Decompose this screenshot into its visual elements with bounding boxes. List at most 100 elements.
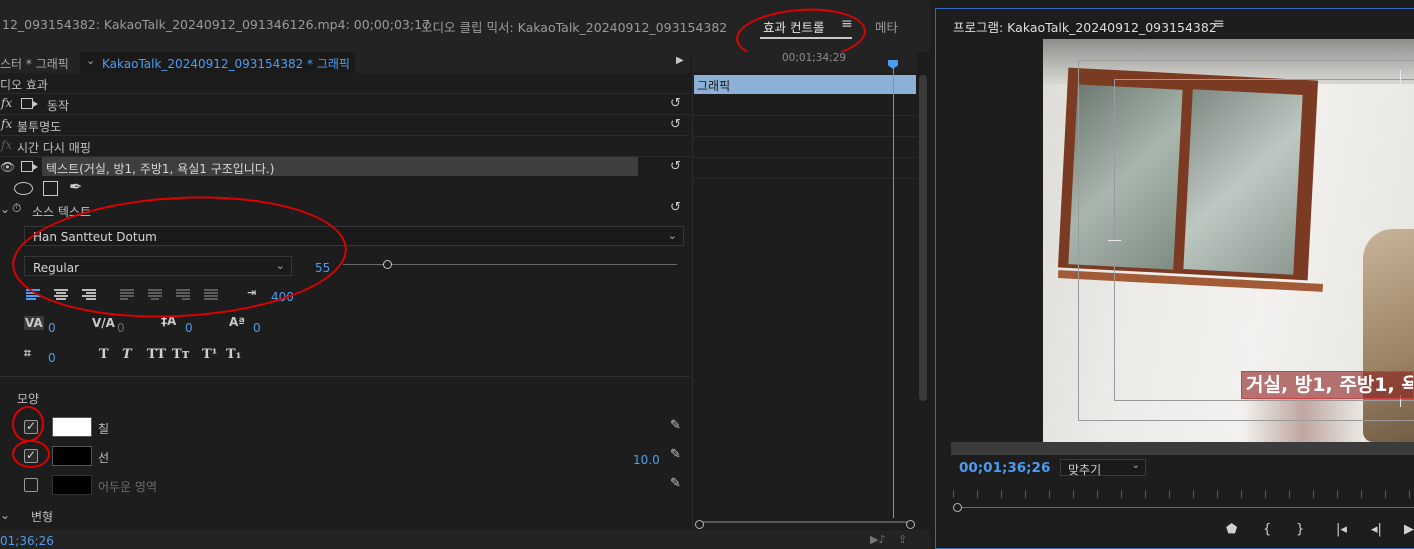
clip-selector-value: KakaoTalk_20240912_093154382 * 그래픽 — [102, 57, 350, 71]
divider — [692, 136, 917, 137]
ruler-tick — [1337, 490, 1338, 498]
tab-audio-clip-mixer[interactable]: 오디오 클립 믹서: KakaoTalk_20240912_093154382 — [421, 17, 727, 36]
reset-icon[interactable]: ↺ — [670, 200, 681, 215]
leading-value[interactable]: 0 — [185, 321, 193, 335]
annotation-circle — [12, 406, 44, 442]
effect-row-opacity[interactable]: fx 불투명도 ↺ — [0, 115, 690, 136]
tab-metadata[interactable]: 메타 — [875, 17, 898, 36]
expand-timeline-icon[interactable]: ▶ — [676, 55, 684, 66]
reset-icon[interactable]: ↺ — [670, 117, 681, 132]
monitor-ruler-baseline — [958, 507, 1414, 508]
filter-audio-icon[interactable]: ▶♪ — [870, 533, 885, 546]
reset-icon[interactable]: ↺ — [670, 159, 681, 174]
clip-selector[interactable]: ⌄ KakaoTalk_20240912_093154382 * 그래픽 — [80, 52, 355, 73]
stroke-width-value[interactable]: 10.0 — [633, 453, 660, 467]
ruler-tick — [1313, 490, 1314, 498]
motion-transform-icon — [21, 161, 38, 172]
text-layer-label: 텍스트(거실, 방1, 주방1, 욕실1 구조입니다.) — [46, 162, 275, 176]
source-clip-label: 스터 * 그래픽 — [0, 57, 69, 71]
subscript-icon[interactable]: T₁ — [226, 347, 241, 362]
program-monitor-title[interactable]: 프로그램: KakaoTalk_20240912_093154382 — [953, 17, 1217, 36]
reset-icon[interactable]: ↺ — [670, 96, 681, 111]
font-size-slider-track[interactable] — [343, 264, 677, 265]
mark-out-icon[interactable]: } — [1296, 522, 1304, 537]
effect-label-opacity: 불투명도 — [17, 120, 62, 134]
faux-bold-icon[interactable]: T — [99, 347, 109, 362]
stroke-label: 선 — [98, 451, 110, 465]
play-icon[interactable]: ▶ — [1404, 522, 1414, 537]
fill-color-swatch[interactable] — [52, 417, 92, 437]
vertical-scrollbar[interactable] — [919, 75, 927, 401]
indent-value[interactable]: 0 — [48, 351, 56, 365]
playhead-timecode[interactable]: 00;01;36;26 — [959, 460, 1050, 476]
zoom-fit-value: 맞추기 — [1068, 463, 1102, 477]
title-safe-guide — [1114, 79, 1414, 401]
effect-controls-timeline[interactable] — [692, 52, 917, 530]
playhead-line[interactable] — [893, 66, 894, 518]
graphic-clip-bar[interactable]: 그래픽 — [694, 75, 916, 94]
stroke-color-swatch[interactable] — [52, 446, 92, 466]
rectangle-mask-icon[interactable] — [43, 181, 58, 196]
zoom-fit-select[interactable]: 맞추기 ⌄ — [1060, 459, 1146, 477]
panel-menu-icon[interactable]: ≡ — [1213, 16, 1225, 32]
eyedropper-icon[interactable]: ✎ — [670, 476, 681, 491]
guide-tick — [1108, 240, 1121, 241]
go-to-in-icon[interactable]: |◂ — [1336, 522, 1347, 537]
appearance-label: 모양 — [17, 392, 40, 406]
monitor-scrub-bar[interactable] — [951, 442, 1414, 455]
tsume-value[interactable]: 0 — [117, 321, 125, 335]
horizontal-zoom-scrollbar[interactable] — [699, 521, 911, 523]
faux-italic-icon[interactable]: T — [122, 347, 132, 362]
kerning-value[interactable]: 0 — [48, 321, 56, 335]
effect-row-text[interactable]: 👁 텍스트(거실, 방1, 주방1, 욕실1 구조입니다.) ↺ — [0, 157, 690, 178]
ruler-tick — [1097, 490, 1098, 498]
add-marker-icon[interactable]: ⬟ — [1226, 522, 1237, 537]
eye-icon[interactable]: 👁 — [0, 160, 15, 174]
zoom-handle-left[interactable] — [695, 520, 704, 529]
fx-icon[interactable]: fx — [1, 138, 12, 152]
ruler-tick — [1145, 490, 1146, 498]
divider — [692, 157, 917, 158]
timeline-ruler[interactable]: 00;01;34;29 — [692, 52, 917, 73]
shadow-label: 어두운 영역 — [98, 480, 158, 494]
effect-label-time-remap: 시간 다시 매핑 — [17, 141, 91, 155]
superscript-icon[interactable]: T¹ — [202, 347, 217, 362]
eyedropper-icon[interactable]: ✎ — [670, 447, 681, 462]
collapse-chevron-icon[interactable]: ⌄ — [0, 202, 10, 216]
ruler-tick — [953, 490, 954, 498]
monitor-time-ruler[interactable] — [951, 490, 1414, 498]
fx-icon[interactable]: fx — [1, 96, 12, 110]
chevron-down-icon: ⌄ — [86, 54, 96, 67]
eyedropper-icon[interactable]: ✎ — [670, 418, 681, 433]
effect-controls-header: 스터 * 그래픽 ⌄ KakaoTalk_20240912_093154382 … — [0, 52, 690, 73]
small-caps-icon[interactable]: Tт — [172, 347, 190, 362]
mark-in-icon[interactable]: { — [1263, 522, 1271, 537]
baseline-shift-value[interactable]: 0 — [253, 321, 261, 335]
all-caps-icon[interactable]: TT — [147, 347, 166, 362]
effect-row-time-remap[interactable]: fx 시간 다시 매핑 — [0, 136, 690, 157]
step-back-icon[interactable]: ◂| — [1371, 522, 1382, 537]
export-icon[interactable]: ⇪ — [898, 533, 907, 546]
ellipse-mask-icon[interactable] — [14, 182, 33, 195]
tab-source[interactable]: 12_093154382: KakaoTalk_20240912_0913461… — [2, 17, 430, 32]
ruler-tick — [977, 490, 978, 498]
pen-mask-icon[interactable]: ✒ — [69, 177, 82, 196]
stopwatch-icon[interactable]: ⏱ — [12, 201, 21, 216]
subtitle-text-overlay[interactable]: 거실, 방1, 주방1, 욕 — [1241, 371, 1414, 399]
section-video-effects-label: 디오 효과 — [0, 78, 48, 92]
shadow-checkbox[interactable] — [24, 478, 38, 492]
fx-icon[interactable]: fx — [1, 117, 12, 131]
current-timecode[interactable]: 01;36;26 — [0, 534, 54, 548]
effect-row-motion[interactable]: fx 동작 ↺ — [0, 94, 690, 115]
ruler-tick — [1385, 490, 1386, 498]
timeline-ruler-timecode: 00;01;34;29 — [782, 52, 847, 64]
ruler-tick — [1073, 490, 1074, 498]
monitor-playhead-handle[interactable] — [953, 503, 962, 512]
shadow-color-swatch[interactable] — [52, 475, 92, 495]
font-size-slider-thumb[interactable] — [383, 260, 392, 269]
divider — [692, 115, 917, 116]
collapse-chevron-icon[interactable]: ⌄ — [0, 508, 10, 522]
effect-label-motion: 동작 — [47, 99, 70, 113]
ruler-tick — [1265, 490, 1266, 498]
zoom-handle-right[interactable] — [906, 520, 915, 529]
